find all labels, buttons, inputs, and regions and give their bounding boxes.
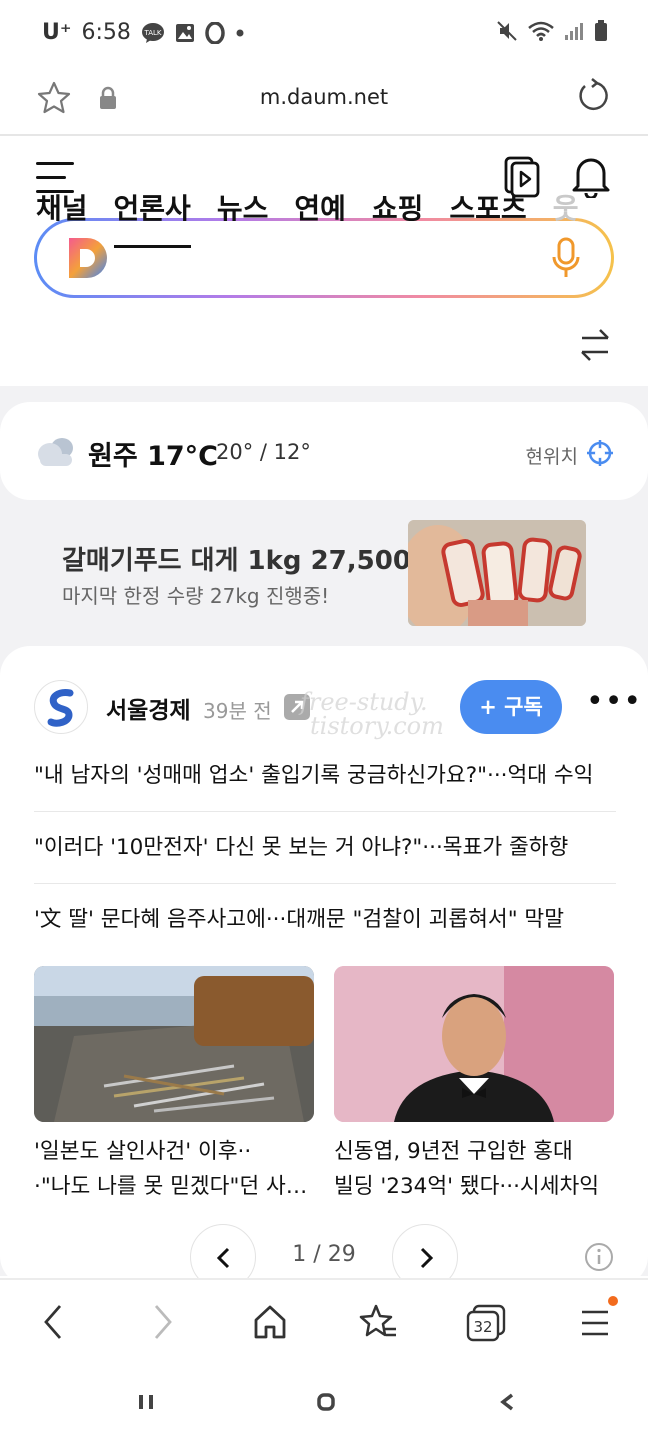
more-options-icon[interactable]: •••: [586, 687, 642, 717]
forward-arrow-icon[interactable]: [148, 1302, 178, 1342]
mute-icon: [497, 21, 517, 41]
back-arrow-icon[interactable]: [38, 1302, 68, 1342]
ad-subtitle: 마지막 한정 수량 27kg 진행중!: [62, 584, 330, 608]
press-news-card: 서울경제 39분 전 + 구독 ••• "내 남자의 '성매매 업소' 출입기록…: [0, 646, 648, 1286]
kakaotalk-icon: TALK: [141, 22, 164, 43]
android-navigation-bar: [0, 1368, 648, 1440]
ad-banner[interactable]: 갈매기푸드 대게 1kg 27,500 마지막 한정 수량 27kg 진행중!: [0, 518, 648, 630]
news-thumbnail-left[interactable]: [34, 966, 314, 1122]
url-text[interactable]: m.daum.net: [0, 85, 648, 109]
info-icon[interactable]: [584, 1242, 614, 1272]
home-nav-icon[interactable]: [316, 1392, 336, 1412]
home-icon[interactable]: [252, 1302, 288, 1342]
browser-bottom-toolbar: 32: [0, 1278, 648, 1368]
tab-press[interactable]: 언론사: [113, 190, 192, 248]
svg-text:TALK: TALK: [143, 29, 161, 37]
tab-channel[interactable]: 채널: [36, 190, 88, 248]
status-bar: U⁺ 6:58 TALK: [0, 0, 648, 68]
weather-widget[interactable]: 원주 17°C 20° / 12° 현위치: [0, 402, 648, 500]
tab-entertainment[interactable]: 연예: [294, 190, 346, 248]
tab-sports[interactable]: 스포츠: [449, 190, 526, 248]
gallery-icon: [175, 23, 194, 42]
page-indicator: 1 / 29: [292, 1242, 356, 1267]
tab-news[interactable]: 뉴스: [217, 190, 269, 248]
opera-icon: [205, 21, 225, 44]
press-logo[interactable]: [34, 680, 88, 734]
wifi-icon: [528, 21, 554, 41]
tab-edit-swap-icon[interactable]: [578, 326, 612, 364]
browser-menu-button[interactable]: [578, 1306, 612, 1346]
subscribe-button[interactable]: + 구독: [460, 680, 562, 734]
news-card-caption-right[interactable]: 신동엽, 9년전 구입한 홍대 빌딩 '234억' 됐다···시세차익: [334, 1134, 616, 1204]
bookmarks-icon[interactable]: [358, 1302, 398, 1342]
watermark: free-study. tistory.com: [300, 688, 444, 740]
ad-title: 갈매기푸드 대게 1kg 27,500: [62, 546, 411, 576]
headline-3[interactable]: '文 딸' 문다혜 음주사고에···대깨문 "검찰이 괴롭혀서" 막말: [34, 884, 616, 956]
daum-header: [0, 138, 648, 388]
news-thumbnail-right[interactable]: [334, 966, 614, 1122]
news-card-caption-left[interactable]: '일본도 살인사건' 이후·· ·"나도 나를 못 믿겠다"던 사람들: [34, 1134, 316, 1204]
news-pager: 1 / 29: [0, 1224, 648, 1290]
recent-apps-icon[interactable]: [136, 1392, 156, 1412]
dot-icon: [236, 29, 244, 36]
headline-1[interactable]: "내 남자의 '성매매 업소' 출입기록 궁금하신가요?"···억대 수익: [34, 740, 616, 812]
battery-icon: [595, 20, 607, 41]
location-target-icon[interactable]: [586, 439, 614, 467]
ad-crab-image: [408, 520, 586, 626]
notification-dot: [608, 1296, 618, 1306]
clock: 6:58: [81, 20, 131, 45]
category-tabs: 채널 언론사 뉴스 연예 쇼핑 스포츠 웃: [36, 190, 616, 248]
signal-icon: [565, 23, 583, 40]
carrier-label: U⁺: [42, 20, 72, 45]
reload-icon[interactable]: [576, 78, 612, 114]
tab-shopping[interactable]: 쇼핑: [372, 190, 424, 248]
browser-url-bar: m.daum.net: [0, 68, 648, 136]
tab-more-partial[interactable]: 웃: [553, 190, 579, 248]
headline-2[interactable]: "이러다 '10만전자' 다신 못 보는 거 아냐?"···목표가 줄하향: [34, 812, 616, 884]
weather-city-temperature: 원주 17°C: [88, 441, 218, 472]
press-name[interactable]: 서울경제: [106, 691, 191, 725]
svg-text:32: 32: [473, 1318, 492, 1336]
press-time-ago: 39분 전: [203, 699, 272, 723]
back-nav-icon[interactable]: [498, 1392, 518, 1412]
tabs-count-button[interactable]: 32: [466, 1304, 506, 1348]
weather-high-low: 20° / 12°: [216, 440, 311, 464]
cloudy-weather-icon: [38, 438, 73, 466]
current-location-label[interactable]: 현위치: [526, 442, 578, 469]
